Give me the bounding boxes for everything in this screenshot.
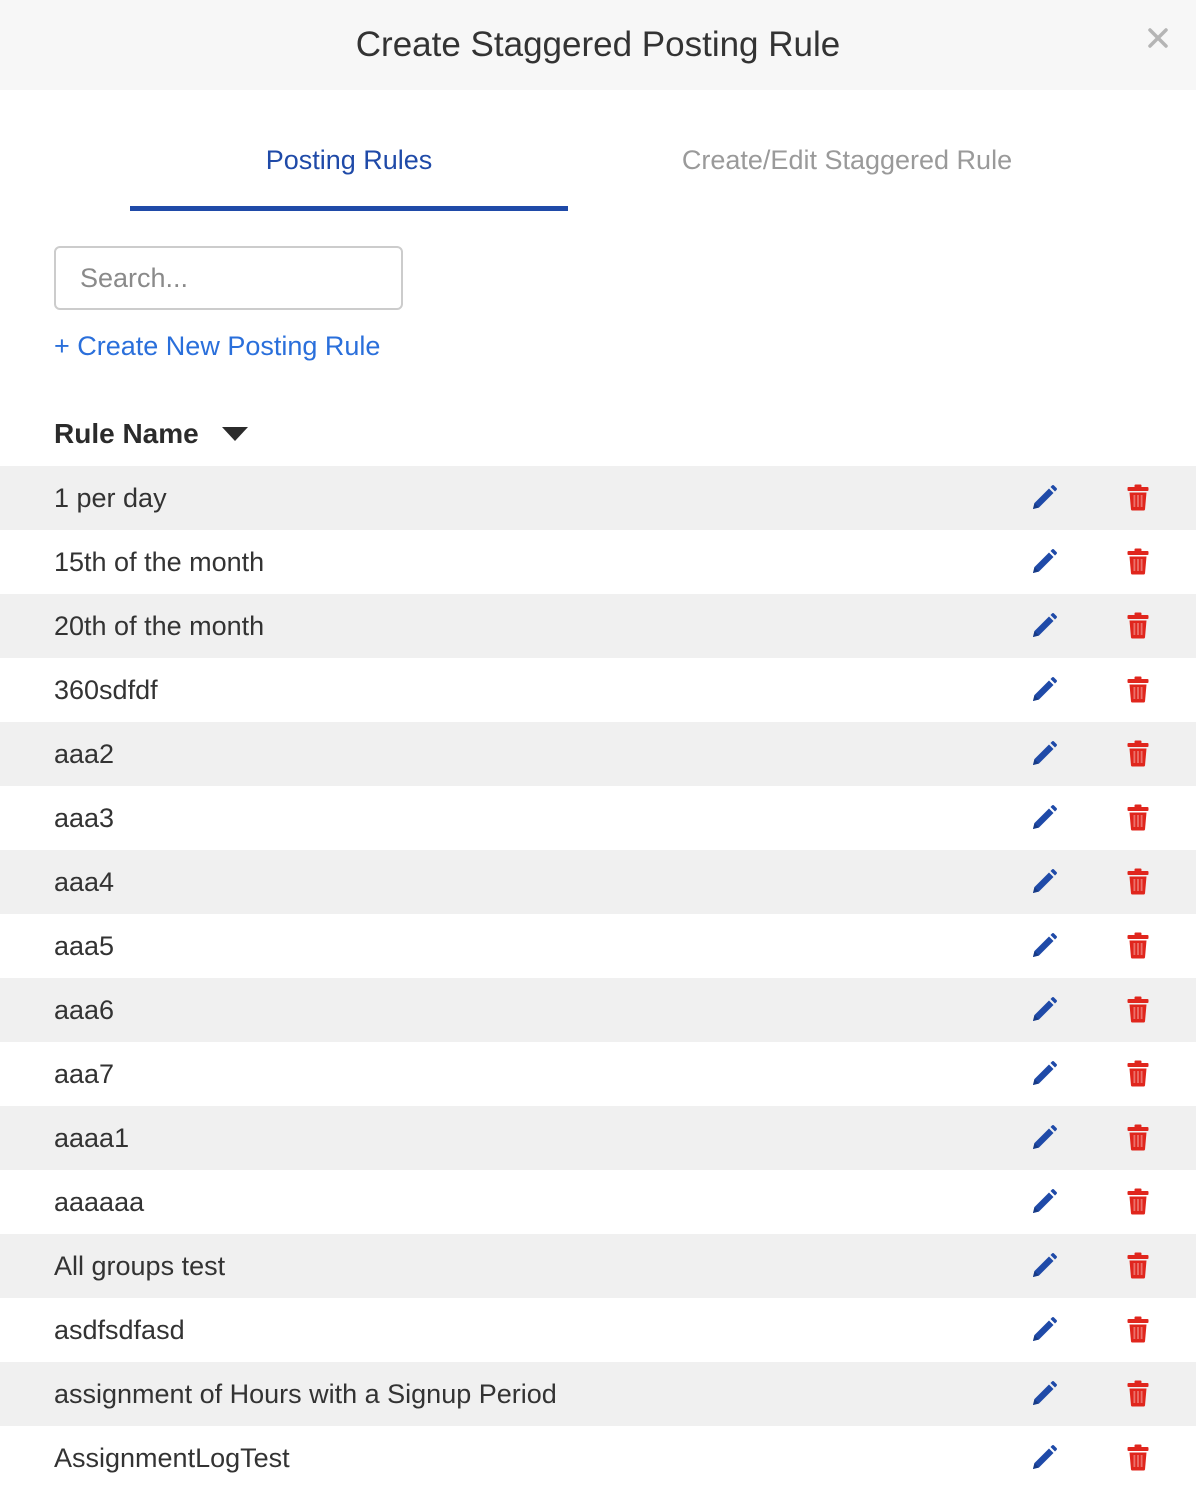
table-row[interactable]: 20th of the month bbox=[0, 594, 1196, 658]
rule-name: 20th of the month bbox=[54, 611, 265, 641]
rule-name: aaaa1 bbox=[54, 1123, 130, 1153]
pencil-icon[interactable] bbox=[1030, 1252, 1058, 1280]
pencil-icon[interactable] bbox=[1030, 932, 1058, 960]
pencil-icon[interactable] bbox=[1030, 484, 1058, 512]
rule-name-column-header[interactable]: Rule Name bbox=[54, 414, 249, 454]
table-row[interactable]: aaa5 bbox=[0, 914, 1196, 978]
trash-icon[interactable] bbox=[1127, 1444, 1149, 1471]
caret-down-icon bbox=[221, 427, 248, 441]
trash-icon[interactable] bbox=[1127, 932, 1149, 959]
pencil-icon[interactable] bbox=[1030, 612, 1058, 640]
pencil-icon[interactable] bbox=[1030, 676, 1058, 704]
pencil-icon[interactable] bbox=[1030, 868, 1058, 896]
rule-name: aaa3 bbox=[54, 803, 115, 833]
pencil-icon[interactable] bbox=[1030, 1124, 1058, 1152]
pencil-icon[interactable] bbox=[1030, 996, 1058, 1024]
table-row[interactable]: aaa4 bbox=[0, 850, 1196, 914]
pencil-icon[interactable] bbox=[1030, 548, 1058, 576]
rule-name: asdfsdfasd bbox=[54, 1315, 185, 1345]
table-row[interactable]: AssignmentLogTest bbox=[0, 1426, 1196, 1490]
table-row[interactable]: All groups test bbox=[0, 1234, 1196, 1298]
pencil-icon[interactable] bbox=[1030, 1060, 1058, 1088]
table-row[interactable]: 1 per day bbox=[0, 466, 1196, 530]
modal-title: Create Staggered Posting Rule bbox=[355, 25, 841, 64]
trash-icon[interactable] bbox=[1127, 676, 1149, 703]
table-row[interactable]: assignment of Hours with a Signup Period bbox=[0, 1362, 1196, 1426]
rules-table: 1 per day 15th of the month 20th of the mo… bbox=[0, 466, 1196, 1490]
trash-icon[interactable] bbox=[1127, 548, 1149, 575]
search-input[interactable] bbox=[54, 246, 403, 310]
column-header-label: Rule Name bbox=[54, 418, 199, 449]
trash-icon[interactable] bbox=[1127, 612, 1149, 639]
rule-name: aaa2 bbox=[54, 739, 115, 769]
trash-icon[interactable] bbox=[1127, 484, 1149, 511]
table-row[interactable]: aaa2 bbox=[0, 722, 1196, 786]
rule-name: aaaaaa bbox=[54, 1187, 145, 1217]
tab-create-edit-staggered-rule[interactable]: Create/Edit Staggered Rule bbox=[628, 130, 1066, 206]
rule-name: aaa7 bbox=[54, 1059, 115, 1089]
rule-name: aaa5 bbox=[54, 931, 115, 961]
pencil-icon[interactable] bbox=[1030, 1444, 1058, 1472]
rule-name: 15th of the month bbox=[54, 547, 265, 577]
close-icon[interactable] bbox=[1140, 20, 1176, 56]
trash-icon[interactable] bbox=[1127, 1252, 1149, 1279]
table-row[interactable]: asdfsdfasd bbox=[0, 1298, 1196, 1362]
trash-icon[interactable] bbox=[1127, 868, 1149, 895]
table-row[interactable]: 15th of the month bbox=[0, 530, 1196, 594]
trash-icon[interactable] bbox=[1127, 1316, 1149, 1343]
rule-name: 1 per day bbox=[54, 483, 167, 513]
rule-name: AssignmentLogTest bbox=[54, 1443, 290, 1473]
trash-icon[interactable] bbox=[1127, 1060, 1149, 1087]
pencil-icon[interactable] bbox=[1030, 1316, 1058, 1344]
table-row[interactable]: aaaaaa bbox=[0, 1170, 1196, 1234]
rule-name: 360sdfdf bbox=[54, 675, 158, 705]
pencil-icon[interactable] bbox=[1030, 1380, 1058, 1408]
create-staggered-posting-rule-modal: Create Staggered Posting Rule Posting Ru… bbox=[0, 0, 1196, 1496]
table-row[interactable]: aaa7 bbox=[0, 1042, 1196, 1106]
rule-name: All groups test bbox=[54, 1251, 226, 1281]
modal-header: Create Staggered Posting Rule bbox=[0, 0, 1196, 90]
pencil-icon[interactable] bbox=[1030, 804, 1058, 832]
table-row[interactable]: aaa6 bbox=[0, 978, 1196, 1042]
table-row[interactable]: aaaa1 bbox=[0, 1106, 1196, 1170]
trash-icon[interactable] bbox=[1127, 996, 1149, 1023]
rule-name: aaa6 bbox=[54, 995, 115, 1025]
rule-name: assignment of Hours with a Signup Period bbox=[54, 1379, 557, 1409]
tab-posting-rules[interactable]: Posting Rules bbox=[130, 130, 568, 211]
table-row[interactable]: aaa3 bbox=[0, 786, 1196, 850]
pencil-icon[interactable] bbox=[1030, 740, 1058, 768]
tab-bar: Posting Rules Create/Edit Staggered Rule bbox=[0, 130, 1196, 211]
trash-icon[interactable] bbox=[1127, 1188, 1149, 1215]
pencil-icon[interactable] bbox=[1030, 1188, 1058, 1216]
table-row[interactable]: 360sdfdf bbox=[0, 658, 1196, 722]
trash-icon[interactable] bbox=[1127, 1124, 1149, 1151]
trash-icon[interactable] bbox=[1127, 804, 1149, 831]
rule-name: aaa4 bbox=[54, 867, 115, 897]
trash-icon[interactable] bbox=[1127, 740, 1149, 767]
trash-icon[interactable] bbox=[1127, 1380, 1149, 1407]
create-new-posting-rule-link[interactable]: + Create New Posting Rule bbox=[54, 328, 380, 364]
